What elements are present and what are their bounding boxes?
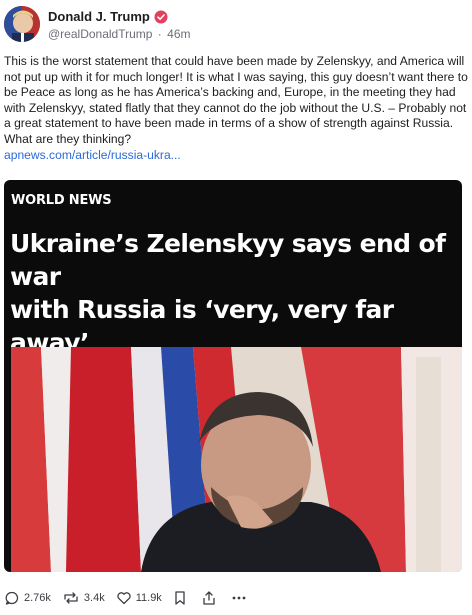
- bookmark-icon: [175, 591, 185, 605]
- display-name[interactable]: Donald J. Trump: [48, 9, 150, 24]
- card-headline: Ukraine’s Zelenskyy says end of war with…: [10, 227, 456, 359]
- handle-row: @realDonaldTrump · 46m: [48, 27, 192, 41]
- reply-count: 2.76k: [24, 592, 51, 604]
- reply-icon: [5, 591, 19, 605]
- heart-icon: [117, 592, 131, 605]
- reply-button[interactable]: 2.76k: [4, 590, 51, 606]
- repost-button[interactable]: 3.4k: [62, 590, 105, 606]
- card-photo: [11, 347, 462, 572]
- like-count: 11.9k: [135, 592, 162, 604]
- name-row: Donald J. Trump: [48, 9, 168, 24]
- card-kicker: WORLD NEWS: [11, 193, 112, 208]
- repost-icon: [64, 592, 78, 604]
- post-link[interactable]: apnews.com/article/russia-ukra...: [4, 148, 181, 162]
- link-preview-card[interactable]: WORLD NEWS Ukraine’s Zelenskyy says end …: [4, 180, 462, 572]
- bookmark-button[interactable]: [173, 590, 187, 606]
- timestamp[interactable]: 46m: [167, 27, 190, 41]
- share-button[interactable]: [201, 590, 217, 606]
- more-button[interactable]: [231, 590, 247, 606]
- more-icon: [232, 596, 246, 600]
- card-headline-line1: Ukraine’s Zelenskyy says end of war: [10, 229, 446, 291]
- action-bar: 2.76k 3.4k 11.9k: [4, 587, 261, 609]
- separator: ·: [157, 27, 162, 41]
- repost-count: 3.4k: [83, 592, 105, 604]
- like-button[interactable]: 11.9k: [116, 590, 162, 606]
- verified-badge-icon: [154, 10, 168, 24]
- post-header: Donald J. Trump @realDonaldTrump · 46m: [4, 6, 468, 46]
- handle[interactable]: @realDonaldTrump: [48, 27, 152, 41]
- post-body: This is the worst statement that could h…: [4, 54, 472, 146]
- share-icon: [203, 591, 215, 605]
- avatar[interactable]: [4, 6, 40, 42]
